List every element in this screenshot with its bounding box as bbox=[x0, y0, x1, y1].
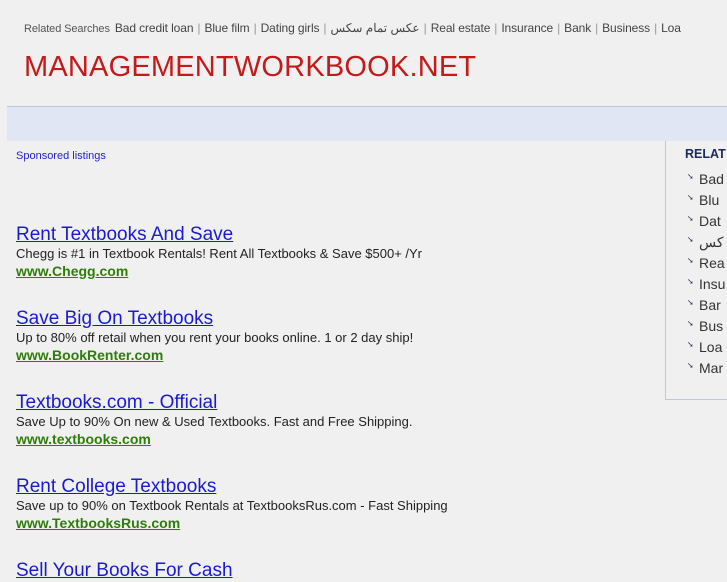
arrow-icon: ➘ bbox=[687, 340, 694, 349]
ad-description: Up to 80% off retail when you rent your … bbox=[16, 330, 414, 345]
sponsored-listings: Sponsored listings Rent Textbooks And Sa… bbox=[16, 150, 656, 582]
top-link[interactable]: Loa bbox=[661, 21, 681, 35]
top-link[interactable]: Insurance bbox=[501, 21, 553, 35]
ad-description: Chegg is #1 in Textbook Rentals! Rent Al… bbox=[16, 246, 423, 261]
arrow-icon: ➘ bbox=[687, 319, 694, 328]
ad-url[interactable]: www.textbooks.com bbox=[16, 430, 656, 448]
top-link[interactable]: Bad credit loan bbox=[115, 21, 194, 35]
top-link[interactable]: Dating girls bbox=[261, 21, 320, 35]
sidebar-title: RELAT bbox=[685, 147, 726, 161]
ad-listing: Sell Your Books For Cash bbox=[16, 560, 656, 582]
arrow-icon: ➘ bbox=[687, 193, 694, 202]
sidebar-item[interactable]: ➘ Bad bbox=[666, 169, 727, 190]
ad-listing: Rent Textbooks And Save Chegg is #1 in Te… bbox=[16, 224, 656, 280]
ad-url[interactable]: www.BookRenter.com bbox=[16, 346, 656, 364]
top-link[interactable]: Business bbox=[602, 21, 650, 35]
ad-listing: Rent College Textbooks Save up to 90% on … bbox=[16, 476, 656, 532]
top-link[interactable]: Bank bbox=[564, 21, 591, 35]
sidebar-item[interactable]: ➘ Mar bbox=[666, 358, 727, 379]
ad-title[interactable]: Textbooks.com - Official bbox=[16, 392, 656, 414]
sidebar-item[interactable]: ➘ كس bbox=[666, 232, 727, 253]
sidebar-item[interactable]: ➘ Bus bbox=[666, 316, 727, 337]
arrow-icon: ➘ bbox=[687, 298, 694, 307]
arrow-icon: ➘ bbox=[687, 277, 694, 286]
sidebar-item[interactable]: ➘ Rea bbox=[666, 253, 727, 274]
ad-listing: Textbooks.com - Official Save Up to 90% O… bbox=[16, 392, 656, 448]
ad-title[interactable]: Save Big On Textbooks bbox=[16, 308, 656, 330]
sidebar-item[interactable]: ➘ Insu bbox=[666, 274, 727, 295]
ad-title[interactable]: Sell Your Books For Cash bbox=[16, 560, 656, 582]
top-link[interactable]: Real estate bbox=[431, 21, 491, 35]
arrow-icon: ➘ bbox=[687, 361, 694, 370]
ad-description: Save up to 90% on Textbook Rentals at Te… bbox=[16, 498, 448, 513]
ad-description: Save Up to 90% On new & Used Textbooks. … bbox=[16, 414, 413, 429]
sidebar-item[interactable]: ➘ Bar bbox=[666, 295, 727, 316]
related-searches-label: Related Searches bbox=[24, 23, 110, 35]
ad-title[interactable]: Rent Textbooks And Save bbox=[16, 224, 656, 246]
ad-url[interactable]: www.TextbooksRus.com bbox=[16, 514, 656, 532]
related-sidebar: RELAT ➘ Bad ➘ Blu ➘ Dat ➘ كس ➘ Rea ➘ Insu ➘ Bar… bbox=[665, 141, 727, 400]
sponsored-label: Sponsored listings bbox=[16, 150, 106, 162]
related-searches-bar: Related Searches Bad credit loan | Blue fil… bbox=[24, 21, 681, 35]
top-link[interactable]: عكس تمام سكس bbox=[330, 21, 419, 35]
header-band bbox=[7, 106, 727, 141]
arrow-icon: ➘ bbox=[687, 214, 694, 223]
arrow-icon: ➘ bbox=[687, 235, 694, 244]
site-logo[interactable]: MANAGEMENTWORKBOOK.NET bbox=[24, 51, 476, 84]
sidebar-item[interactable]: ➘ Blu bbox=[666, 190, 727, 211]
ad-url[interactable]: www.Chegg.com bbox=[16, 262, 656, 280]
arrow-icon: ➘ bbox=[687, 172, 694, 181]
arrow-icon: ➘ bbox=[687, 256, 694, 265]
top-link[interactable]: Blue film bbox=[204, 21, 249, 35]
ad-title[interactable]: Rent College Textbooks bbox=[16, 476, 656, 498]
sidebar-item[interactable]: ➘ Loa bbox=[666, 337, 727, 358]
ad-listing: Save Big On Textbooks Up to 80% off retai… bbox=[16, 308, 656, 364]
sidebar-item[interactable]: ➘ Dat bbox=[666, 211, 727, 232]
